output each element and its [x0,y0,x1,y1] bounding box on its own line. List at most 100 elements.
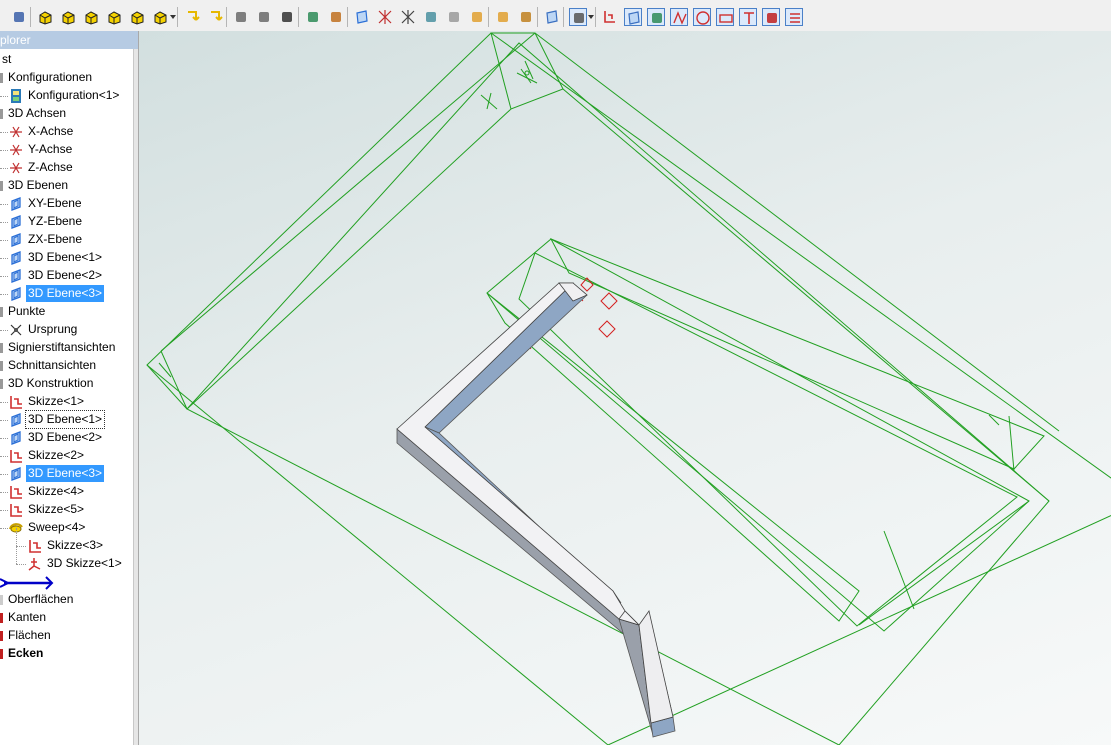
refresh-icon[interactable] [304,8,322,26]
tree-node-label[interactable]: Sweep<4> [26,519,87,536]
flask-icon[interactable] [327,8,345,26]
tree-node-label[interactable]: Konfiguration<1> [26,87,121,104]
menu-icon[interactable] [785,8,803,26]
cube-yellow-icon[interactable] [151,8,169,26]
tree-node[interactable]: 3D Konstruktion [0,375,134,393]
sketch-select-icon[interactable] [543,8,561,26]
tree-node[interactable]: 3D Achsen [0,105,134,123]
tree-node[interactable]: 3D Ebene<1> [0,249,134,267]
cube-yellow-icon[interactable] [105,8,123,26]
tree-node[interactable]: Y-Achse [0,141,134,159]
tree-node[interactable]: 3D Skizze<1> [0,546,134,573]
tree-node[interactable]: Skizze<3> [0,528,134,555]
cylinder-icon[interactable] [445,8,463,26]
logo-icon[interactable] [10,8,28,26]
tree-node[interactable]: YZ-Ebene [0,213,134,231]
tree-node[interactable]: ZX-Ebene [0,231,134,249]
cube-yellow-icon[interactable] [59,8,77,26]
transform-icon[interactable] [422,8,440,26]
dots-icon[interactable] [255,8,273,26]
tree-node[interactable]: X-Achse [0,123,134,141]
tree-node[interactable]: Sweep<4> [0,519,134,537]
tree-node-label[interactable]: X-Achse [26,123,75,140]
tree-node[interactable]: Skizze<2> [0,447,134,465]
tree-node-label[interactable]: Y-Achse [26,141,74,158]
tree-node[interactable]: 3D Ebene<1> [0,410,134,429]
tree-node-label[interactable]: Skizze<2> [26,447,86,464]
tree-node-label[interactable]: Skizze<5> [26,501,86,518]
tree-node-label[interactable]: 3D Ebene<1> [24,410,106,429]
tree-node-label[interactable]: Ecken [6,645,45,662]
cube-yellow-icon[interactable] [82,8,100,26]
cube-yellow-icon[interactable] [128,8,146,26]
cube-yellow-icon[interactable] [36,8,54,26]
tree-node[interactable]: Ursprung [0,321,134,339]
chevron-down-icon[interactable] [588,15,594,19]
tree-node-label[interactable]: st [0,51,13,68]
rectangle-icon[interactable] [716,8,734,26]
ruler-icon[interactable] [494,8,512,26]
axis-icon[interactable] [376,8,394,26]
tree-node-label[interactable]: Ursprung [26,321,79,338]
plane-icon[interactable] [353,8,371,26]
tree-node-label[interactable]: XY-Ebene [26,195,84,212]
tree-node-label[interactable]: 3D Ebene<2> [26,267,104,284]
tree-node[interactable]: Konfigurationen [0,69,134,87]
tree-node[interactable]: Skizze<5> [0,501,134,519]
tree-node[interactable]: 3D Ebenen [0,177,134,195]
ref-icons[interactable] [624,8,642,26]
tree-node[interactable]: XY-Ebene [0,195,134,213]
grid-icon[interactable] [232,8,250,26]
line-icon[interactable] [670,8,688,26]
tree-node[interactable]: st [0,51,134,69]
tree-node[interactable]: Kanten [0,609,134,627]
tree-node-label[interactable]: Punkte [6,303,47,320]
tree-node-label[interactable]: Flächen [6,627,53,644]
rollback-bar[interactable] [0,573,134,591]
tree-node-label[interactable]: ZX-Ebene [26,231,84,248]
tree-node[interactable]: Signierstiftansichten [0,339,134,357]
circle-icon[interactable] [693,8,711,26]
jar-icon[interactable] [468,8,486,26]
balance-icon[interactable] [517,8,535,26]
3d-viewport[interactable] [139,31,1111,745]
tree-node-label[interactable]: 3D Ebene<3> [26,285,105,302]
tree-node-label[interactable]: Signierstiftansichten [6,339,117,356]
tree-node-label[interactable]: 3D Skizze<1> [45,555,124,572]
tree-node-label[interactable]: 3D Ebene<2> [26,429,104,446]
tree-node[interactable]: Punkte [0,303,134,321]
tree-node-label[interactable]: Skizze<4> [26,483,86,500]
tree-node-label[interactable]: YZ-Ebene [26,213,84,230]
tree-node[interactable]: Skizze<4> [0,483,134,501]
solid-icon[interactable] [569,8,587,26]
tree-node[interactable]: Schnittansichten [0,357,134,375]
rollback-bar-icon[interactable] [0,573,70,591]
tree-node[interactable]: Ecken [0,645,134,663]
tree-node-label[interactable]: 3D Achsen [6,105,68,122]
arrow-down-right-icon[interactable] [206,8,224,26]
chevron-down-icon[interactable] [170,15,176,19]
origin-icon[interactable] [399,8,417,26]
tree-node-label[interactable]: 3D Konstruktion [6,375,95,392]
tree-node-label[interactable]: Schnittansichten [6,357,98,374]
tree-node-label[interactable]: Kanten [6,609,48,626]
tree-node-label[interactable]: Oberflächen [6,591,75,608]
tree-node-label[interactable]: Skizze<1> [26,393,86,410]
tree-node[interactable]: 3D Ebene<2> [0,429,134,447]
tree-node-label[interactable]: Z-Achse [26,159,75,176]
tree-node[interactable]: Skizze<1> [0,393,134,411]
tree-node[interactable]: Z-Achse [0,159,134,177]
tree-node-label[interactable]: 3D Ebene<3> [26,465,105,482]
tree-node[interactable]: 3D Ebene<2> [0,267,134,285]
red-cube-icon[interactable] [762,8,780,26]
text-icon[interactable] [739,8,757,26]
tree-node-label[interactable]: 3D Ebenen [6,177,70,194]
eye-icon[interactable] [278,8,296,26]
tree-node[interactable]: Flächen [0,627,134,645]
tree-node-label[interactable]: 3D Ebene<1> [26,249,104,266]
tree-node-label[interactable]: Konfigurationen [6,69,94,86]
constraint-icon[interactable] [647,8,665,26]
sketch-icon[interactable] [601,8,619,26]
tree-node[interactable]: Konfiguration<1> [0,87,134,105]
tree-node-label[interactable]: Skizze<3> [45,537,105,554]
